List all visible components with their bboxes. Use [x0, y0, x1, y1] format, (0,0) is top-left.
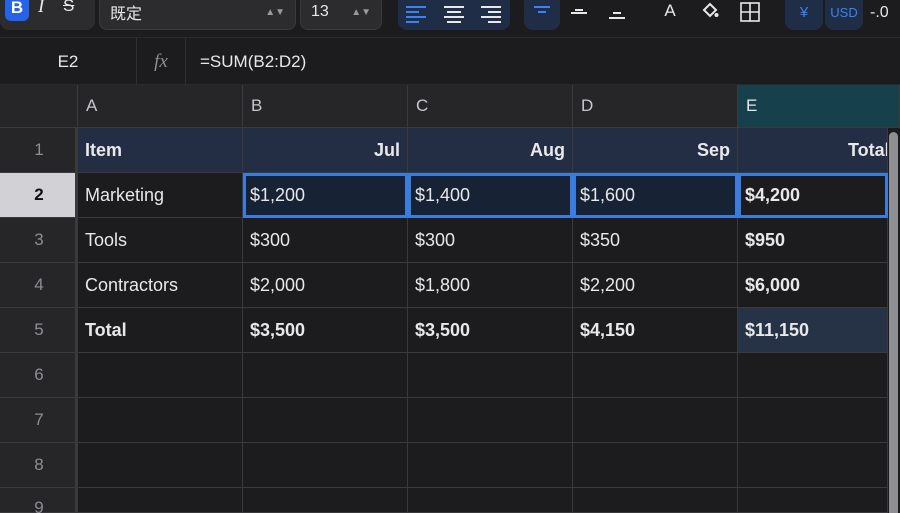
row-header-1[interactable]: 1 [0, 128, 78, 173]
font-name-value: 既定 [110, 6, 143, 23]
fx-icon: fx [137, 38, 186, 85]
valign-middle-button[interactable] [567, 2, 591, 24]
cell-e1-text: Total [848, 139, 888, 160]
cell-d7[interactable] [573, 398, 738, 443]
cell-b2[interactable]: $1,200 [243, 173, 408, 218]
currency-code: USD [830, 4, 858, 20]
row-header-2[interactable]: 2 [0, 173, 78, 218]
cell-d9[interactable] [573, 488, 738, 513]
row-header-6[interactable]: 6 [0, 353, 78, 398]
cell-b5[interactable]: $3,500 [243, 308, 408, 353]
text-style-group: B I S [0, 0, 95, 30]
font-size-select[interactable]: 13 ▲▼ [300, 0, 382, 30]
valign-bottom-button[interactable] [605, 2, 629, 24]
fill-color-icon [702, 2, 719, 18]
spreadsheet-grid: A B C D E 1 2 3 4 5 6 7 8 9 Item Jul Aug… [0, 85, 900, 513]
cell-c7[interactable] [408, 398, 573, 443]
cell-d4[interactable]: $2,200 [573, 263, 738, 308]
row-header-5[interactable]: 5 [0, 308, 78, 353]
italic-button[interactable]: I [38, 0, 44, 18]
row-header-8[interactable]: 8 [0, 443, 78, 488]
align-right-icon[interactable] [480, 5, 502, 23]
cell-e9[interactable] [738, 488, 888, 513]
column-header-b[interactable]: B [243, 85, 408, 128]
cell-c6[interactable] [408, 353, 573, 398]
toolbar: B I S 既定 ▲▼ 13 ▲▼ A ¥ USD -.0 [0, 0, 900, 37]
bold-button[interactable]: B [5, 0, 29, 21]
row-header-3[interactable]: 3 [0, 218, 78, 263]
fill-color-button[interactable] [698, 0, 722, 22]
cell-d1[interactable]: Sep [573, 128, 738, 173]
cell-a1[interactable]: Item [78, 128, 243, 173]
cell-b6[interactable] [243, 353, 408, 398]
formula-bar: E2 fx =SUM(B2:D2) [0, 37, 900, 85]
cell-b4[interactable]: $2,000 [243, 263, 408, 308]
cell-d6[interactable] [573, 353, 738, 398]
row-header-9[interactable]: 9 [0, 488, 78, 513]
cell-a7[interactable] [78, 398, 243, 443]
column-header-d[interactable]: D [573, 85, 738, 128]
cell-d5[interactable]: $4,150 [573, 308, 738, 353]
cell-e6[interactable] [738, 353, 888, 398]
chevron-down-icon: ▲▼ [265, 6, 285, 18]
row-header-7[interactable]: 7 [0, 398, 78, 443]
strikethrough-button[interactable]: S [63, 0, 74, 16]
select-all-corner[interactable] [0, 85, 78, 128]
cell-e5[interactable]: $11,150 [738, 308, 888, 353]
chevron-down-icon: ▲▼ [351, 6, 371, 18]
cell-e4[interactable]: $6,000 [738, 263, 888, 308]
decrease-decimal-button[interactable]: -.0 [870, 2, 900, 24]
cell-e7[interactable] [738, 398, 888, 443]
row-header-4[interactable]: 4 [0, 263, 78, 308]
cell-c4[interactable]: $1,800 [408, 263, 573, 308]
borders-icon [740, 2, 760, 22]
horizontal-align-group [398, 0, 510, 30]
borders-button[interactable] [738, 0, 762, 24]
cell-a2[interactable]: Marketing [78, 173, 243, 218]
cell-c1[interactable]: Aug [408, 128, 573, 173]
cell-d3[interactable]: $350 [573, 218, 738, 263]
cell-reference-box[interactable]: E2 [0, 38, 137, 85]
valign-bottom-icon [609, 12, 625, 19]
align-center-icon[interactable] [443, 5, 465, 23]
cell-e1[interactable]: Total [738, 128, 888, 173]
column-header-c[interactable]: C [408, 85, 573, 128]
currency-symbol-button[interactable]: ¥ [785, 0, 823, 30]
valign-middle-icon [571, 9, 587, 14]
cell-b8[interactable] [243, 443, 408, 488]
cell-a4[interactable]: Contractors [78, 263, 243, 308]
cell-a6[interactable] [78, 353, 243, 398]
cell-c8[interactable] [408, 443, 573, 488]
currency-code-button[interactable]: USD [825, 0, 863, 30]
align-left-icon[interactable] [405, 5, 427, 23]
cell-a9[interactable] [78, 488, 243, 513]
cell-e3[interactable]: $950 [738, 218, 888, 263]
cell-b7[interactable] [243, 398, 408, 443]
cell-c5[interactable]: $3,500 [408, 308, 573, 353]
cell-b1[interactable]: Jul [243, 128, 408, 173]
cell-a5[interactable]: Total [78, 308, 243, 353]
cell-c3[interactable]: $300 [408, 218, 573, 263]
cell-e8[interactable] [738, 443, 888, 488]
vertical-scrollbar[interactable] [889, 132, 898, 513]
valign-top-icon [534, 6, 550, 13]
cell-c2[interactable]: $1,400 [408, 173, 573, 218]
formula-input[interactable]: =SUM(B2:D2) [200, 38, 306, 85]
cell-a3[interactable]: Tools [78, 218, 243, 263]
valign-top-button[interactable] [524, 0, 560, 30]
column-header-a[interactable]: A [78, 85, 243, 128]
cell-e2-active[interactable]: $4,200 [738, 173, 888, 218]
text-color-button[interactable]: A [658, 0, 682, 22]
cell-d8[interactable] [573, 443, 738, 488]
cell-d2[interactable]: $1,600 [573, 173, 738, 218]
cell-b3[interactable]: $300 [243, 218, 408, 263]
cell-b9[interactable] [243, 488, 408, 513]
font-size-value: 13 [311, 3, 329, 20]
font-name-select[interactable]: 既定 ▲▼ [99, 0, 296, 30]
currency-symbol: ¥ [799, 3, 809, 21]
cell-c9[interactable] [408, 488, 573, 513]
cell-a8[interactable] [78, 443, 243, 488]
column-header-e[interactable]: E [738, 85, 900, 128]
